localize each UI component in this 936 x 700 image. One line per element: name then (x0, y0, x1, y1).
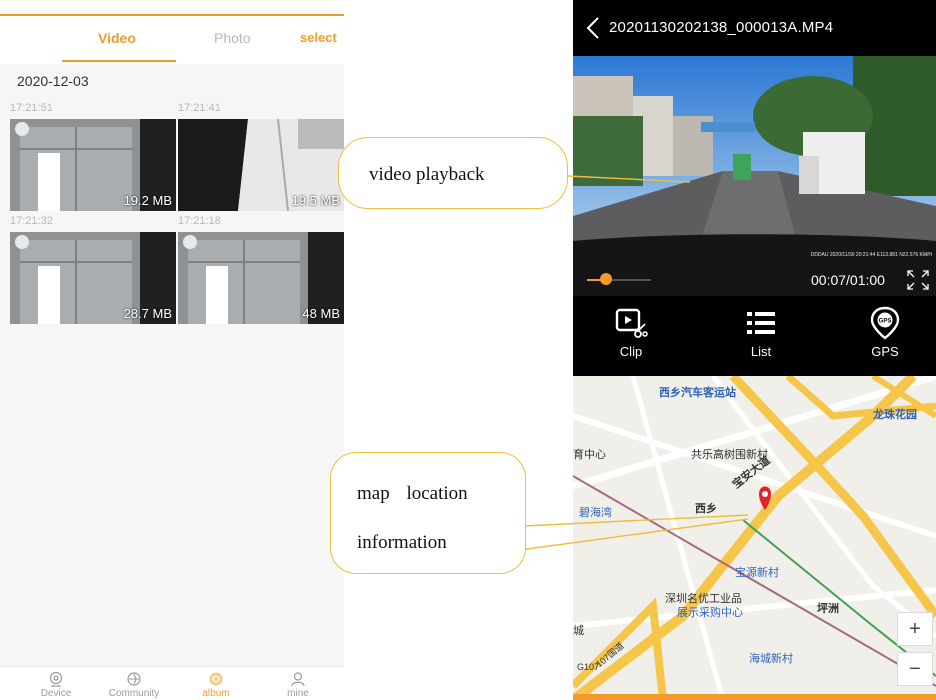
playback-progress-row: 00:07/01:00 (573, 264, 936, 296)
select-button[interactable]: select (300, 30, 337, 45)
nav-community[interactable]: Community (94, 671, 174, 699)
nav-album[interactable]: album (176, 671, 256, 699)
map-label-shenzhen-2[interactable]: 展示采购中心 (677, 604, 743, 620)
map-label-bihaiwan[interactable]: 碧海湾 (579, 504, 612, 520)
callout-video-playback-text: video playback (369, 164, 485, 185)
map-bottom-bar (573, 694, 936, 700)
map-label-pingzhou[interactable]: 坪洲 (817, 600, 839, 616)
video-thumbnail[interactable]: 17:21:32 28.7 MB (10, 215, 176, 324)
map-view[interactable]: 西乡汽车客运站 龙珠花园 育中心 共乐高树围新村 西乡 碧海湾 宝安大道 宝源新… (573, 376, 936, 700)
zoom-in-button[interactable]: + (897, 612, 933, 646)
video-thumbnail[interactable]: 17:21:51 19.2 MB (10, 102, 176, 211)
tab-video[interactable]: Video (98, 30, 136, 46)
thumbnail-file-size: 48 MB (302, 306, 340, 321)
thumbnail-image: 19.5 MB (178, 119, 344, 211)
nav-label: album (202, 688, 230, 699)
map-label-baoyuan[interactable]: 宝源新村 (735, 564, 779, 580)
map-label-cheng[interactable]: 城 (573, 622, 584, 638)
map-label-bus-station[interactable]: 西乡汽车客运站 (659, 384, 736, 400)
progress-track[interactable] (587, 279, 651, 281)
video-timestamp-overlay: DDDAU 2020/11/30 20:21:44 E113.881 N22.5… (810, 252, 932, 258)
gps-button[interactable]: GPS GPS (845, 306, 925, 359)
album-screen: Video Photo select 2020-12-03 17:21:51 1… (0, 14, 344, 700)
callout-video-playback: video playback (338, 137, 568, 209)
gps-label: GPS (871, 344, 899, 359)
tab-photo[interactable]: Photo (214, 30, 251, 46)
video-file-title: 20201130202138_000013A.MP4 (609, 19, 834, 36)
thumbnail-file-size: 19.2 MB (123, 193, 172, 208)
nav-mine[interactable]: mine (258, 671, 338, 699)
callout-map-location: map location information (330, 452, 526, 574)
nav-label: Community (108, 688, 160, 699)
callout-map-line1: map location (357, 483, 468, 504)
map-label-longzhu[interactable]: 龙珠花园 (873, 406, 917, 422)
playback-header: 20201130202138_000013A.MP4 (573, 0, 936, 56)
thumbnail-image: 28.7 MB (10, 232, 176, 324)
bottom-nav: Device Community album mine (0, 666, 344, 700)
map-label-sports-center[interactable]: 育中心 (573, 446, 606, 462)
thumbnail-file-size: 19.5 MB (291, 193, 340, 208)
svg-text:GPS: GPS (879, 319, 892, 325)
callout-map-line2: information (357, 532, 447, 553)
thumbnail-time: 17:21:51 (10, 102, 53, 114)
thumbnail-image: 19.2 MB (10, 119, 176, 211)
list-icon (747, 312, 775, 334)
album-tabbar: Video Photo select (0, 16, 344, 64)
list-button[interactable]: List (721, 306, 801, 359)
playback-screen: 20201130202138_000013A.MP4 DDDAU 2020/11… (573, 0, 936, 700)
active-tab-indicator (62, 60, 176, 62)
clip-button[interactable]: Clip (591, 306, 671, 359)
thumbnail-time: 17:21:32 (10, 215, 53, 227)
thumbnail-file-size: 28.7 MB (123, 306, 172, 321)
community-icon (127, 672, 141, 686)
back-chevron-icon[interactable] (585, 16, 601, 40)
playback-time: 00:07/01:00 (811, 272, 885, 288)
person-icon (291, 672, 305, 687)
clip-label: Clip (619, 344, 643, 359)
gps-pin-icon: GPS (870, 306, 900, 340)
progress-handle[interactable] (600, 273, 613, 285)
video-player[interactable]: DDDAU 2020/11/30 20:21:44 E113.881 N22.5… (573, 56, 936, 264)
clip-icon (615, 308, 648, 338)
video-thumbnail[interactable]: 17:21:18 48 MB (178, 215, 344, 324)
zoom-out-button[interactable]: − (897, 652, 933, 686)
album-icon (209, 672, 223, 686)
nav-device[interactable]: Device (16, 671, 96, 699)
thumbnail-time: 17:21:41 (178, 102, 221, 114)
nav-label: Device (40, 688, 72, 699)
date-header: 2020-12-03 (17, 73, 89, 89)
video-thumbnail[interactable]: 17:21:41 19.5 MB (178, 102, 344, 211)
thumbnail-image: 48 MB (178, 232, 344, 324)
thumbnail-time: 17:21:18 (178, 215, 221, 227)
fullscreen-icon[interactable] (907, 270, 929, 290)
video-frame-image (573, 56, 936, 264)
map-label-xixiang[interactable]: 西乡 (695, 500, 717, 516)
playback-action-bar: Clip List GPS GPS (573, 296, 936, 376)
camera-icon (49, 671, 63, 687)
screenshot-root: Video Photo select 2020-12-03 17:21:51 1… (0, 0, 936, 700)
list-label: List (750, 344, 772, 359)
map-label-haicheng[interactable]: 海城新村 (749, 650, 793, 666)
nav-label: mine (287, 688, 309, 699)
